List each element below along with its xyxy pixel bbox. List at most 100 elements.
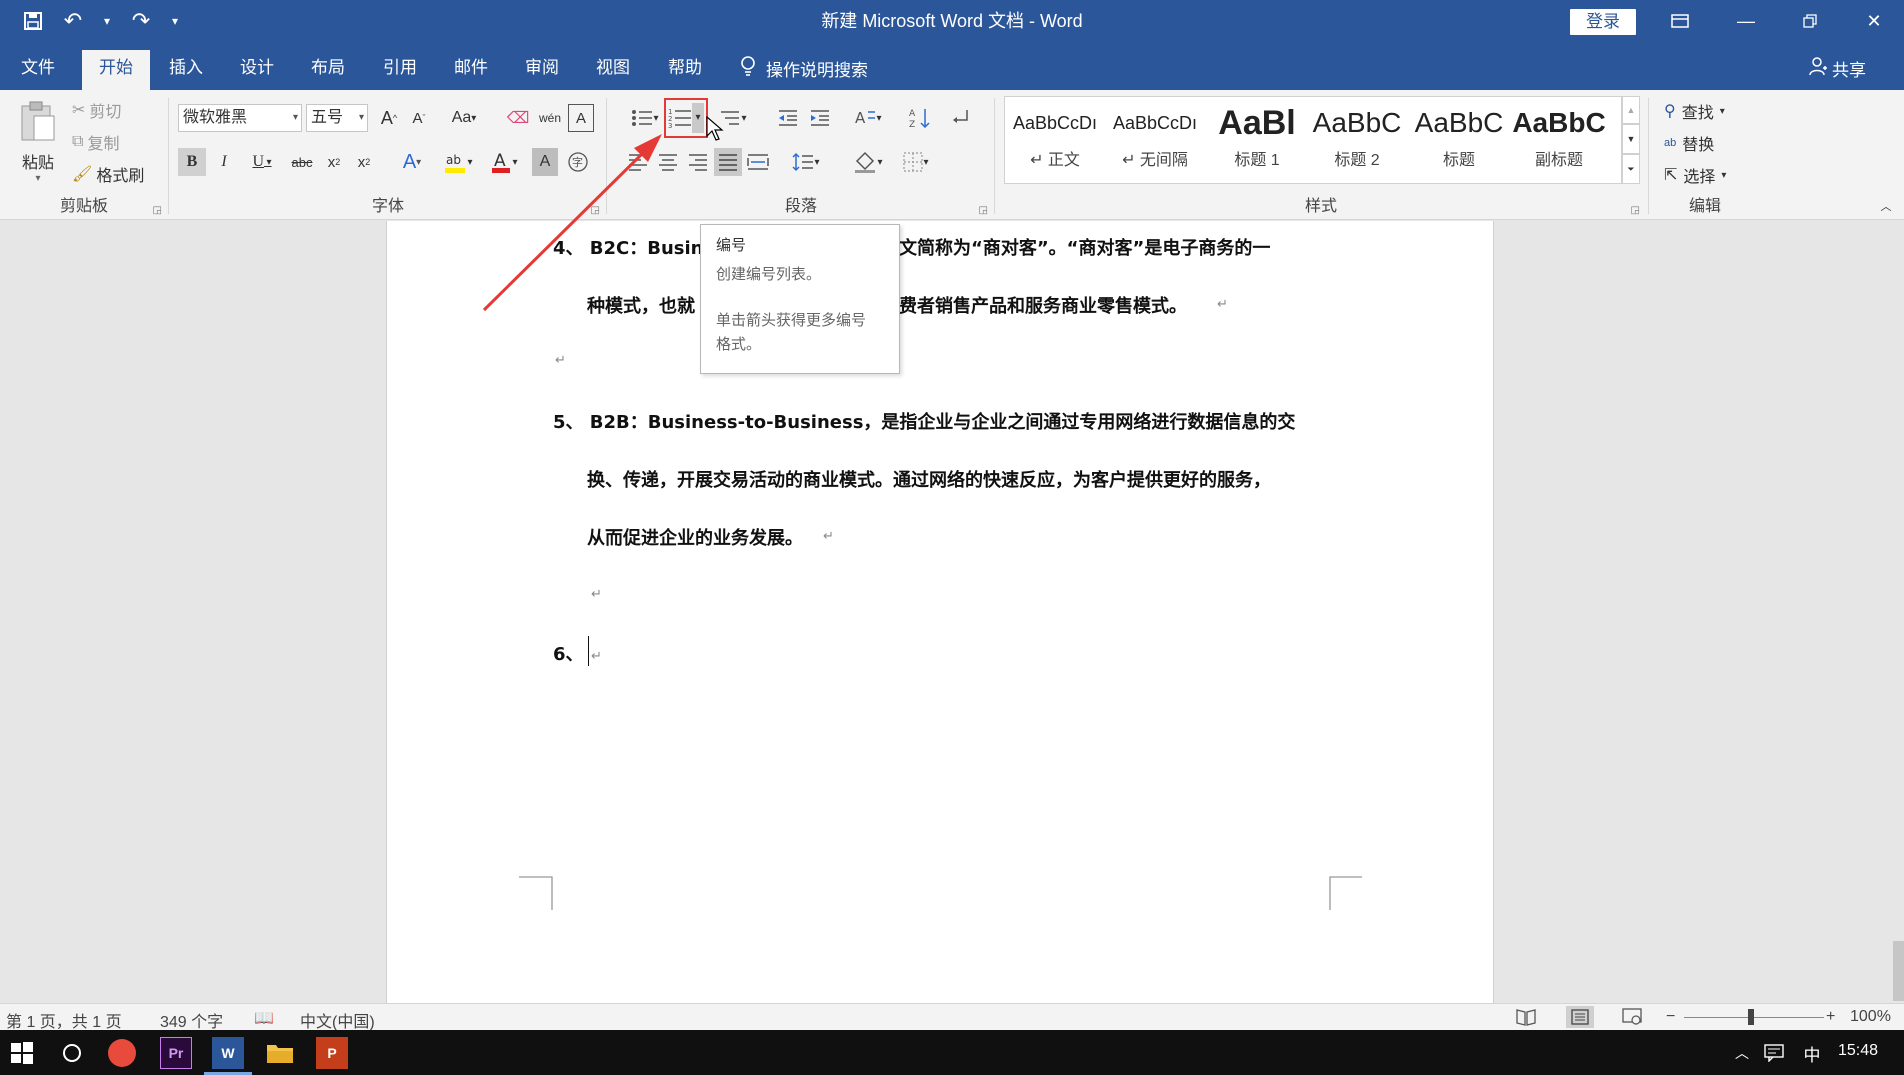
font-color-icon[interactable]: A ▾: [484, 148, 524, 176]
paste-button[interactable]: 粘贴 ▾: [12, 98, 64, 186]
enclose-characters-icon[interactable]: 字: [564, 148, 592, 176]
ribbon-display-options-icon[interactable]: [1650, 0, 1710, 42]
cut-button[interactable]: ✂ 剪切: [72, 98, 121, 122]
page-count[interactable]: 第 1 页，共 1 页: [6, 1008, 122, 1032]
style-heading-1[interactable]: AaBl 标题 1: [1208, 100, 1306, 178]
tab-help[interactable]: 帮助: [657, 50, 713, 90]
style-no-spacing[interactable]: AaBbCcDı ↵ 无间隔: [1106, 100, 1204, 178]
highlight-color-icon[interactable]: ab ▾: [438, 148, 478, 176]
align-right-icon[interactable]: [684, 148, 712, 176]
font-size-dropdown[interactable]: 五号 ▾: [306, 104, 368, 132]
language-status[interactable]: 中文(中国): [300, 1008, 375, 1032]
align-center-icon[interactable]: [654, 148, 682, 176]
word-count[interactable]: 349 个字: [160, 1008, 223, 1032]
style-subtitle[interactable]: AaBbC 副标题: [1510, 100, 1608, 178]
clipboard-launcher-icon[interactable]: ◲: [153, 205, 162, 216]
tab-layout[interactable]: 布局: [300, 50, 356, 90]
bold-button[interactable]: B: [178, 148, 206, 176]
clear-formatting-icon[interactable]: ⌫: [504, 104, 532, 132]
paragraph-launcher-icon[interactable]: ◲: [979, 205, 988, 216]
style-normal[interactable]: AaBbCcDı ↵ 正文: [1006, 100, 1104, 178]
windows-start-icon[interactable]: [6, 1037, 38, 1069]
line-spacing-icon[interactable]: ▾: [786, 148, 826, 176]
app-icon-red[interactable]: [108, 1039, 136, 1067]
superscript-button[interactable]: x2: [350, 148, 378, 176]
bullets-button[interactable]: ▾: [624, 104, 666, 132]
web-layout-icon[interactable]: [1622, 1008, 1642, 1031]
print-layout-icon[interactable]: [1566, 1006, 1594, 1028]
tab-design[interactable]: 设计: [229, 50, 285, 90]
decrease-indent-icon[interactable]: [774, 104, 802, 132]
share-button[interactable]: 共享: [1808, 50, 1866, 86]
select-button[interactable]: ⇱ 选择 ▾: [1664, 162, 1726, 188]
numbering-dropdown-icon[interactable]: ▾: [692, 103, 704, 133]
proofing-icon[interactable]: 📖: [254, 1008, 274, 1028]
collapse-ribbon-icon[interactable]: ︿: [1878, 198, 1894, 214]
borders-icon[interactable]: ▾: [894, 148, 938, 176]
input-method-indicator[interactable]: 中: [1796, 1037, 1828, 1069]
tab-insert[interactable]: 插入: [158, 50, 214, 90]
zoom-slider-thumb[interactable]: [1748, 1009, 1754, 1025]
find-button[interactable]: ⚲ 查找 ▾: [1664, 98, 1725, 124]
style-heading-2[interactable]: AaBbC 标题 2: [1308, 100, 1406, 178]
text-effects-icon[interactable]: A ▾: [394, 148, 430, 176]
font-launcher-icon[interactable]: ◲: [591, 205, 600, 216]
clock[interactable]: 15:48: [1838, 1042, 1878, 1060]
show-hide-marks-icon[interactable]: [948, 104, 976, 132]
tab-mailings[interactable]: 邮件: [443, 50, 499, 90]
premiere-icon[interactable]: Pr: [160, 1037, 192, 1069]
tab-review[interactable]: 审阅: [514, 50, 570, 90]
restore-icon[interactable]: [1780, 0, 1840, 42]
styles-launcher-icon[interactable]: ◲: [1631, 205, 1640, 216]
change-case-button[interactable]: Aa ▾: [442, 104, 486, 132]
svg-text:字: 字: [572, 155, 583, 169]
replace-button[interactable]: ab 替换: [1664, 130, 1714, 156]
styles-scroll-down-icon[interactable]: ▼: [1622, 124, 1640, 154]
character-shading-icon[interactable]: A: [532, 148, 558, 176]
zoom-in-icon[interactable]: +: [1826, 1008, 1835, 1026]
powerpoint-icon[interactable]: P: [316, 1037, 348, 1069]
show-hidden-icons[interactable]: ︿: [1726, 1037, 1758, 1069]
subscript-button[interactable]: x2: [320, 148, 348, 176]
style-title[interactable]: AaBbC 标题: [1410, 100, 1508, 178]
tell-me-search[interactable]: 操作说明搜索: [740, 50, 868, 86]
copy-button[interactable]: ⧉ 复制: [72, 130, 119, 154]
document-page[interactable]: 4、 B2C：Busin 文简称为“商对客”。“商对客”是电子商务的一 种模式，…: [386, 221, 1494, 1003]
minimize-icon[interactable]: —: [1716, 0, 1776, 42]
styles-more-icon[interactable]: ⏷: [1622, 154, 1640, 184]
read-mode-icon[interactable]: [1516, 1008, 1536, 1031]
login-button[interactable]: 登录: [1570, 9, 1636, 35]
file-explorer-icon[interactable]: [264, 1037, 296, 1069]
strikethrough-button[interactable]: abc: [286, 148, 318, 176]
close-icon[interactable]: ✕: [1844, 0, 1904, 42]
grow-font-icon[interactable]: A ^: [376, 104, 402, 132]
numbering-button[interactable]: 123 ▾: [664, 98, 708, 138]
phonetic-guide-icon[interactable]: wén: [536, 104, 564, 132]
notification-icon[interactable]: [1758, 1037, 1790, 1069]
tab-references[interactable]: 引用: [372, 50, 428, 90]
sort-icon[interactable]: AZ: [906, 104, 934, 132]
increase-indent-icon[interactable]: [806, 104, 834, 132]
tab-file[interactable]: 文件: [8, 50, 68, 90]
distributed-icon[interactable]: [744, 148, 772, 176]
text-cursor: [588, 636, 589, 666]
format-painter-button[interactable]: 🖌 格式刷: [72, 162, 144, 186]
underline-button[interactable]: U ▾: [242, 148, 282, 176]
shading-icon[interactable]: ▾: [846, 148, 890, 176]
tab-view[interactable]: 视图: [585, 50, 641, 90]
character-border-icon[interactable]: A: [568, 104, 594, 132]
zoom-out-icon[interactable]: −: [1666, 1008, 1675, 1026]
vertical-scrollbar[interactable]: [1893, 941, 1904, 1001]
italic-button[interactable]: I: [210, 148, 238, 176]
zoom-slider-track[interactable]: [1684, 1017, 1824, 1018]
shrink-font-icon[interactable]: Aˇ: [406, 104, 432, 132]
word-taskbar-icon[interactable]: W: [212, 1037, 244, 1069]
cortana-icon[interactable]: [56, 1037, 88, 1069]
asian-layout-icon[interactable]: A ▾: [848, 104, 888, 132]
font-name-dropdown[interactable]: 微软雅黑 ▾: [178, 104, 302, 132]
justify-icon[interactable]: [714, 148, 742, 176]
align-left-icon[interactable]: [624, 148, 652, 176]
tab-home[interactable]: 开始: [82, 50, 150, 90]
styles-scroll-up-icon[interactable]: ▲: [1622, 96, 1640, 124]
zoom-level[interactable]: 100%: [1850, 1008, 1891, 1026]
